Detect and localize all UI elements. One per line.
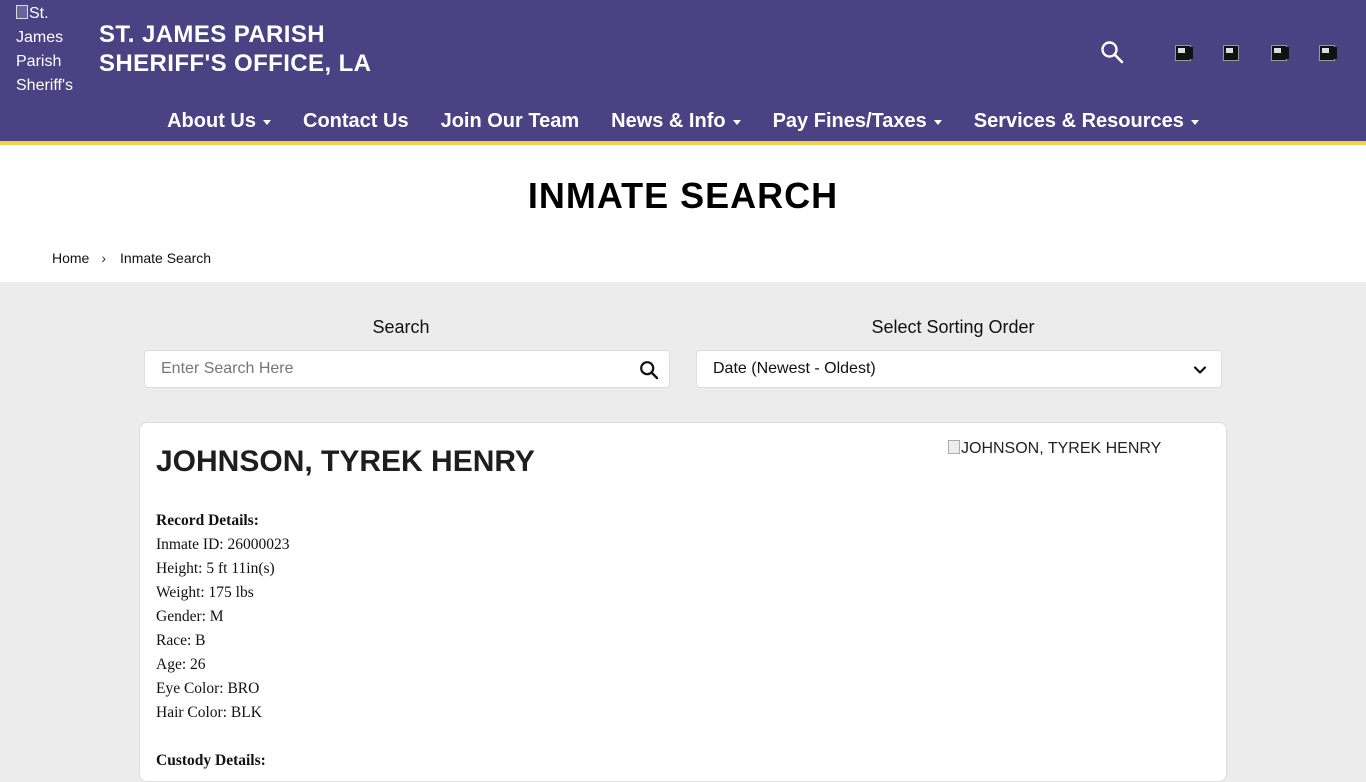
site-logo[interactable]: St. James Parish Sheriff's bbox=[16, 2, 92, 98]
detail-inmate-id: Inmate ID: 26000023 bbox=[156, 536, 290, 553]
search-icon[interactable] bbox=[1100, 40, 1124, 64]
page-title-area: INMATE SEARCH Home › Inmate Search bbox=[0, 145, 1366, 282]
nav-label: Contact Us bbox=[303, 109, 409, 132]
detail-weight: Weight: 175 lbs bbox=[156, 584, 254, 601]
chevron-down-icon bbox=[1193, 366, 1207, 374]
record-details-heading: Record Details: bbox=[156, 512, 259, 529]
inmate-name[interactable]: JOHNSON, TYREK HENRY bbox=[156, 445, 535, 479]
search-input[interactable] bbox=[145, 351, 657, 387]
site-header: St. James Parish Sheriff's ST. JAMES PAR… bbox=[0, 0, 1366, 145]
detail-race: Race: B bbox=[156, 632, 206, 649]
sort-order-select[interactable]: Date (Newest - Oldest) bbox=[696, 350, 1222, 388]
caret-down-icon bbox=[1190, 119, 1199, 125]
detail-height: Height: 5 ft 11in(s) bbox=[156, 560, 275, 577]
nav-services-resources[interactable]: Services & Resources bbox=[974, 110, 1199, 133]
search-label: Search bbox=[372, 317, 430, 337]
sort-label: Select Sorting Order bbox=[871, 317, 1035, 337]
nav-join-our-team[interactable]: Join Our Team bbox=[441, 110, 580, 133]
caret-down-icon bbox=[933, 119, 942, 125]
detail-hair-color: Hair Color: BLK bbox=[156, 704, 262, 721]
inmate-photo-alt-text: JOHNSON, TYREK HENRY bbox=[961, 440, 1162, 457]
main-nav: About Us Contact Us Join Our Team News &… bbox=[0, 106, 1366, 136]
inmate-card: JOHNSON, TYREK HENRY JOHNSON, TYREK HENR… bbox=[139, 422, 1227, 782]
caret-down-icon bbox=[732, 119, 741, 125]
nav-pay-fines-taxes[interactable]: Pay Fines/Taxes bbox=[773, 110, 942, 133]
detail-gender: Gender: M bbox=[156, 608, 224, 625]
social-link-icon[interactable] bbox=[1316, 41, 1340, 63]
broken-image-icon bbox=[16, 5, 28, 19]
nav-label: News & Info bbox=[611, 109, 726, 132]
breadcrumb: Home › Inmate Search bbox=[52, 250, 211, 266]
nav-label: Services & Resources bbox=[973, 109, 1184, 132]
search-field bbox=[144, 350, 670, 388]
breadcrumb-current: Inmate Search bbox=[120, 250, 212, 266]
caret-down-icon bbox=[263, 119, 271, 125]
header-icons bbox=[1100, 40, 1340, 64]
breadcrumb-home-link[interactable]: Home bbox=[52, 250, 89, 266]
sort-selected-value: Date (Newest - Oldest) bbox=[713, 360, 876, 377]
broken-image-icon bbox=[948, 440, 960, 454]
site-title[interactable]: ST. JAMES PARISH SHERIFF'S OFFICE, LA bbox=[99, 20, 371, 78]
nav-about-us[interactable]: About Us bbox=[167, 110, 271, 133]
social-link-icon[interactable] bbox=[1172, 41, 1196, 63]
inmate-details: Record Details: Inmate ID: 26000023 Heig… bbox=[156, 509, 289, 773]
nav-label: Join Our Team bbox=[440, 109, 580, 132]
nav-label: About Us bbox=[167, 109, 256, 132]
site-title-line1: ST. JAMES PARISH bbox=[99, 21, 325, 48]
search-icon[interactable] bbox=[639, 360, 659, 380]
site-title-line2: SHERIFF'S OFFICE, LA bbox=[99, 50, 372, 77]
nav-news-info[interactable]: News & Info bbox=[611, 109, 741, 133]
custody-details-heading: Custody Details: bbox=[156, 752, 266, 769]
social-link-icon[interactable] bbox=[1268, 41, 1292, 63]
social-link-icon[interactable] bbox=[1220, 41, 1244, 63]
nav-contact-us[interactable]: Contact Us bbox=[303, 110, 409, 133]
breadcrumb-separator: › bbox=[101, 250, 107, 266]
detail-eye-color: Eye Color: BRO bbox=[156, 680, 260, 697]
page-title: INMATE SEARCH bbox=[527, 175, 839, 216]
nav-label: Pay Fines/Taxes bbox=[772, 109, 927, 132]
detail-age: Age: 26 bbox=[156, 656, 206, 673]
inmate-photo: JOHNSON, TYREK HENRY bbox=[948, 440, 1161, 458]
